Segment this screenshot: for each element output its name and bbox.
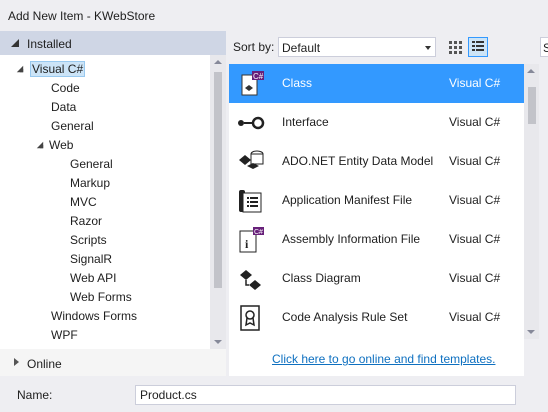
- scroll-down-icon[interactable]: [527, 330, 535, 334]
- template-item-interface[interactable]: Interface Visual C#: [229, 103, 524, 142]
- tree-item-label: Visual C#: [30, 61, 86, 77]
- tree-item-visual-csharp[interactable]: Visual C#: [14, 60, 86, 79]
- tree-item-windows-forms[interactable]: Windows Forms: [49, 307, 139, 326]
- search-input[interactable]: S: [540, 37, 548, 57]
- window-title: Add New Item - KWebStore: [8, 9, 156, 23]
- template-name: Application Manifest File: [282, 193, 413, 207]
- tree-item-signalr[interactable]: SignalR: [68, 250, 114, 269]
- scroll-down-icon[interactable]: [214, 340, 222, 344]
- template-name: Assembly Information File: [282, 232, 421, 246]
- template-list[interactable]: C# Class Visual C# Interface Visual C# A…: [229, 64, 524, 376]
- template-name: Class: [282, 76, 313, 90]
- tree-item-label: Web API: [70, 271, 117, 285]
- tree-item-label: Web Forms: [70, 290, 132, 304]
- tree-item-web-forms[interactable]: Web Forms: [68, 288, 134, 307]
- title-bar: Add New Item - KWebStore: [0, 0, 548, 31]
- installed-label: Installed: [27, 37, 72, 51]
- template-item-class-diagram[interactable]: Class Diagram Visual C#: [229, 259, 524, 298]
- scrollbar-thumb[interactable]: [214, 72, 222, 288]
- collapsed-triangle-icon: [14, 358, 19, 366]
- tree-item-markup[interactable]: Markup: [68, 174, 112, 193]
- template-name: ADO.NET Entity Data Model: [282, 154, 434, 168]
- sort-value: Default: [282, 41, 321, 55]
- tree-item-label: Markup: [70, 176, 111, 190]
- tree-item-label: WPF: [51, 328, 78, 342]
- template-language: Visual C#: [449, 193, 501, 207]
- expanded-triangle-icon: [11, 39, 19, 47]
- manifest-icon: [239, 190, 262, 213]
- online-label: Online: [27, 357, 62, 371]
- tree-item-general[interactable]: General: [49, 117, 96, 136]
- expanded-triangle-icon[interactable]: [16, 65, 24, 73]
- assembly-info-icon: C# i: [239, 227, 264, 253]
- template-language: Visual C#: [449, 271, 501, 285]
- category-tree[interactable]: Visual C# Code Data General Web General …: [0, 55, 210, 349]
- class-icon: C#: [241, 71, 264, 96]
- template-item-code-analysis-rule-set[interactable]: Code Analysis Rule Set Visual C#: [229, 298, 524, 337]
- template-name: Code Analysis Rule Set: [282, 310, 408, 324]
- template-list-scrollbar[interactable]: [524, 64, 539, 339]
- medium-icons-view-button[interactable]: [445, 37, 465, 57]
- template-language: Visual C#: [449, 76, 501, 90]
- sort-toolbar: Sort by: Default S: [226, 31, 548, 61]
- expanded-triangle-icon[interactable]: [36, 141, 44, 149]
- tree-item-label: SignalR: [70, 252, 113, 266]
- name-label: Name:: [17, 388, 53, 402]
- template-language: Visual C#: [449, 115, 501, 129]
- svg-text:C#: C#: [254, 229, 263, 236]
- list-view-icon: [472, 41, 484, 51]
- sort-dropdown[interactable]: Default: [278, 37, 436, 57]
- tree-scrollbar[interactable]: [210, 55, 226, 349]
- tree-item-web-api[interactable]: Web API: [68, 269, 118, 288]
- class-diagram-icon: [240, 270, 261, 290]
- tree-item-label: Razor: [70, 214, 103, 228]
- entity-model-icon: [239, 150, 264, 169]
- template-item-application-manifest-file[interactable]: Application Manifest File Visual C#: [229, 181, 524, 220]
- small-icons-view-button[interactable]: [468, 37, 488, 57]
- online-header[interactable]: Online: [0, 351, 226, 375]
- tree-item-label: Windows Forms: [51, 309, 138, 323]
- template-item-class[interactable]: C# Class Visual C#: [229, 64, 524, 103]
- template-item-assembly-information-file[interactable]: C# i Assembly Information File Visual C#: [229, 220, 524, 259]
- template-name: Class Diagram: [282, 271, 361, 285]
- svg-text:C#: C#: [253, 72, 264, 81]
- tree-item-label: Scripts: [70, 233, 107, 247]
- scrollbar-thumb[interactable]: [528, 87, 536, 124]
- template-name: Interface: [282, 115, 329, 129]
- name-bar: Name:: [0, 376, 548, 412]
- tree-item-label: MVC: [70, 195, 97, 209]
- tree-item-label: Data: [51, 100, 77, 114]
- chevron-down-icon: [425, 46, 431, 50]
- template-language: Visual C#: [449, 232, 501, 246]
- tree-item-code[interactable]: Code: [49, 79, 82, 98]
- scroll-up-icon[interactable]: [527, 69, 535, 73]
- rule-set-icon: [240, 305, 260, 331]
- tree-item-razor[interactable]: Razor: [68, 212, 104, 231]
- find-templates-online-link[interactable]: Click here to go online and find templat…: [272, 352, 495, 366]
- grid-view-icon: [449, 41, 462, 54]
- interface-icon: [238, 116, 265, 130]
- tree-item-data[interactable]: Data: [49, 98, 78, 117]
- tree-item-label: Code: [51, 81, 80, 95]
- template-language: Visual C#: [449, 310, 501, 324]
- template-item-ado-net-entity-data-model[interactable]: ADO.NET Entity Data Model Visual C#: [229, 142, 524, 181]
- name-input[interactable]: [135, 385, 516, 405]
- template-language: Visual C#: [449, 154, 501, 168]
- tree-item-scripts[interactable]: Scripts: [68, 231, 109, 250]
- installed-header[interactable]: Installed: [0, 31, 226, 55]
- tree-item-mvc[interactable]: MVC: [68, 193, 99, 212]
- tree-item-web-general[interactable]: General: [68, 155, 115, 174]
- tree-item-label: Web: [49, 138, 74, 152]
- tree-item-label: General: [70, 157, 113, 171]
- sort-label: Sort by:: [233, 40, 275, 54]
- category-panel: Installed Visual C# Code Data General We…: [0, 31, 226, 376]
- search-stub-text: S: [543, 41, 548, 55]
- tree-item-web[interactable]: Web: [34, 136, 75, 155]
- tree-item-label: General: [51, 119, 94, 133]
- scroll-up-icon[interactable]: [214, 60, 222, 64]
- tree-item-wpf[interactable]: WPF: [49, 326, 80, 345]
